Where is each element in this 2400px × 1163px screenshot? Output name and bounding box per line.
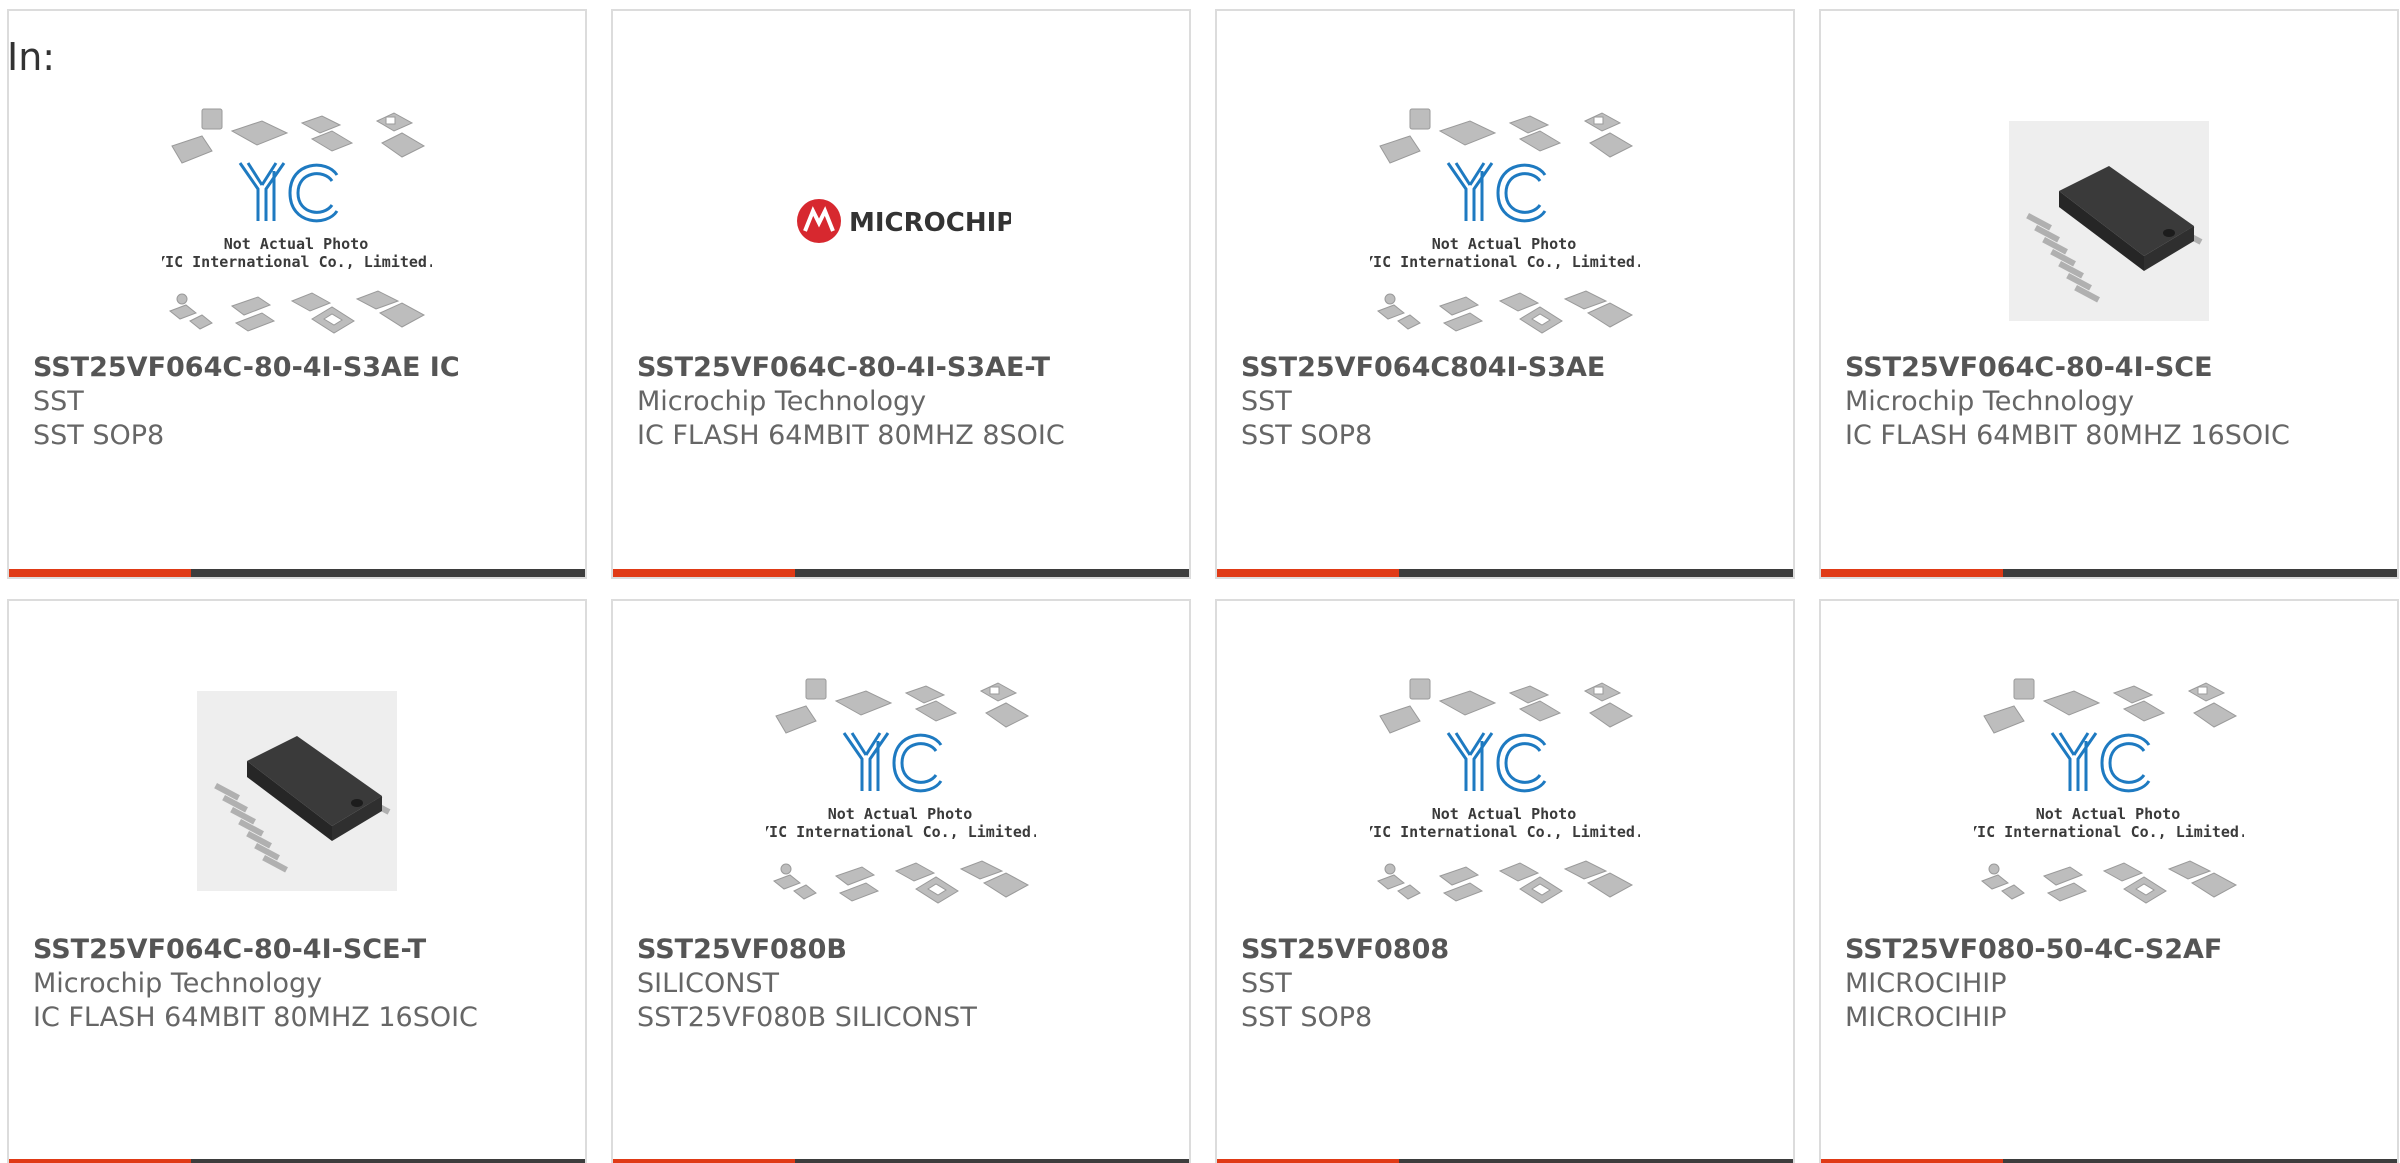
description: SST SOP8 <box>1241 1002 1373 1033</box>
description: SST SOP8 <box>1241 420 1373 451</box>
yic-placeholder-image <box>1370 677 1640 905</box>
card-bottom-bar <box>9 1159 585 1163</box>
product-info: SST25VF064C-80-4I-S3AE IC SST SST SOP8 <box>33 351 575 453</box>
product-image <box>1217 661 1793 921</box>
yic-placeholder-image <box>1974 677 2244 905</box>
card-bottom-bar <box>613 1159 1189 1163</box>
part-number-link[interactable]: SST25VF064C-80-4I-S3AE IC <box>33 351 575 385</box>
manufacturer: SILICONST <box>637 968 780 999</box>
manufacturer: Microchip Technology <box>33 968 323 999</box>
product-image: MICROCHIP <box>613 91 1189 351</box>
card-bottom-bar <box>1821 1159 2397 1163</box>
product-image <box>9 91 585 351</box>
product-grid: SST25VF064C-80-4I-S3AE IC SST SST SOP8 M… <box>7 9 2399 1163</box>
yic-placeholder-image <box>766 677 1036 905</box>
description: IC FLASH 64MBIT 80MHZ 16SOIC <box>33 1002 478 1033</box>
microchip-logo-text: MICROCHIP <box>849 208 1011 238</box>
card-bottom-bar <box>1217 1159 1793 1163</box>
part-number-link[interactable]: SST25VF064C-80-4I-SCE <box>1845 351 2387 385</box>
chip-photo-image <box>2009 121 2209 321</box>
product-info: SST25VF0808 SST SST SOP8 <box>1241 933 1783 1035</box>
product-image <box>1217 91 1793 351</box>
product-info: SST25VF064C-80-4I-SCE Microchip Technolo… <box>1845 351 2387 453</box>
card-bottom-bar <box>1217 569 1793 577</box>
product-card[interactable]: SST25VF064C804I-S3AE SST SST SOP8 <box>1215 9 1795 579</box>
card-bottom-bar <box>613 569 1189 577</box>
manufacturer: Microchip Technology <box>1845 386 2135 417</box>
manufacturer: SST <box>1241 968 1292 999</box>
description: SST25VF080B SILICONST <box>637 1002 977 1033</box>
part-number-link[interactable]: SST25VF064C804I-S3AE <box>1241 351 1783 385</box>
manufacturer: SST <box>1241 386 1292 417</box>
part-number-link[interactable]: SST25VF080-50-4C-S2AF <box>1845 933 2387 967</box>
product-card[interactable]: SST25VF064C-80-4I-SCE Microchip Technolo… <box>1819 9 2399 579</box>
part-number-link[interactable]: SST25VF064C-80-4I-S3AE-T <box>637 351 1179 385</box>
description: MICROCIHIP <box>1845 1002 2007 1033</box>
description: IC FLASH 64MBIT 80MHZ 8SOIC <box>637 420 1065 451</box>
product-card[interactable]: SST25VF080B SILICONST SST25VF080B SILICO… <box>611 599 1191 1163</box>
in-label: In: <box>7 35 56 79</box>
description: SST SOP8 <box>33 420 165 451</box>
product-card[interactable]: MICROCHIP SST25VF064C-80-4I-S3AE-T Micro… <box>611 9 1191 579</box>
product-card[interactable]: SST25VF064C-80-4I-S3AE IC SST SST SOP8 <box>7 9 587 579</box>
product-info: SST25VF080B SILICONST SST25VF080B SILICO… <box>637 933 1179 1035</box>
product-image <box>1821 661 2397 921</box>
product-image <box>1821 91 2397 351</box>
product-results-page: In: SST25VF064C-80-4I-S3AE IC SST SST SO… <box>0 0 2400 1163</box>
manufacturer: Microchip Technology <box>637 386 927 417</box>
yic-placeholder-image <box>1370 107 1640 335</box>
product-card[interactable]: SST25VF080-50-4C-S2AF MICROCIHIP MICROCI… <box>1819 599 2399 1163</box>
card-bottom-bar <box>1821 569 2397 577</box>
product-info: SST25VF064C-80-4I-SCE-T Microchip Techno… <box>33 933 575 1035</box>
product-image <box>9 661 585 921</box>
product-info: SST25VF080-50-4C-S2AF MICROCIHIP MICROCI… <box>1845 933 2387 1035</box>
part-number-link[interactable]: SST25VF064C-80-4I-SCE-T <box>33 933 575 967</box>
product-info: SST25VF064C804I-S3AE SST SST SOP8 <box>1241 351 1783 453</box>
product-card[interactable]: SST25VF064C-80-4I-SCE-T Microchip Techno… <box>7 599 587 1163</box>
product-info: SST25VF064C-80-4I-S3AE-T Microchip Techn… <box>637 351 1179 453</box>
yic-placeholder-image <box>162 107 432 335</box>
microchip-logo-icon: MICROCHIP <box>797 199 1011 243</box>
product-image <box>613 661 1189 921</box>
part-number-link[interactable]: SST25VF080B <box>637 933 1179 967</box>
product-card[interactable]: SST25VF0808 SST SST SOP8 <box>1215 599 1795 1163</box>
description: IC FLASH 64MBIT 80MHZ 16SOIC <box>1845 420 2290 451</box>
part-number-link[interactable]: SST25VF0808 <box>1241 933 1783 967</box>
card-bottom-bar <box>9 569 585 577</box>
manufacturer: SST <box>33 386 84 417</box>
manufacturer: MICROCIHIP <box>1845 968 2007 999</box>
chip-photo-image <box>197 691 397 891</box>
